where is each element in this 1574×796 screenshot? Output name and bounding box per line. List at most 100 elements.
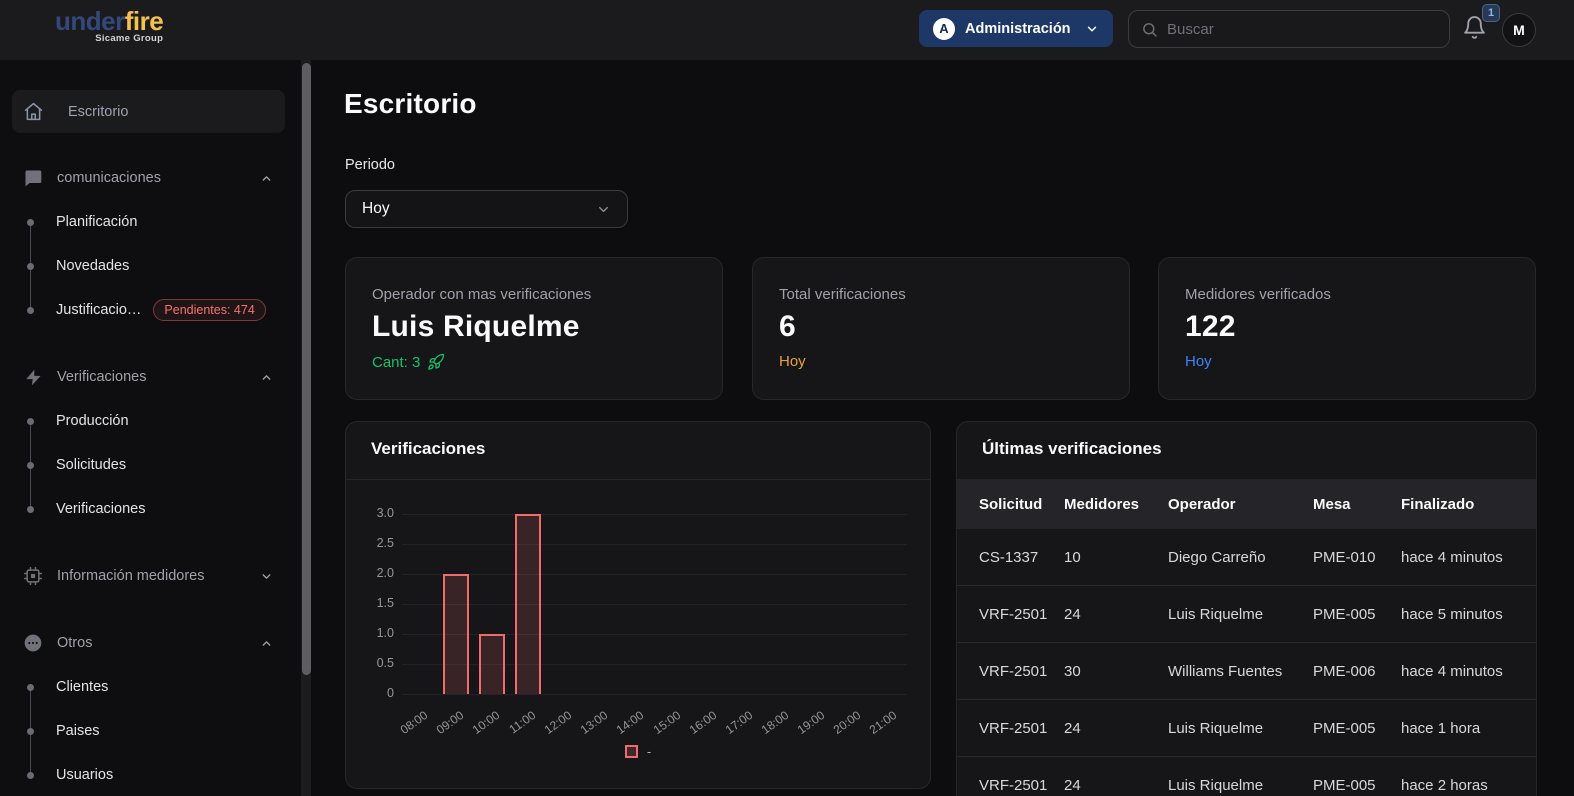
main-content: Escritorio Periodo Hoy Operador con mas …	[311, 60, 1574, 796]
table-row: VRF-250130Williams FuentesPME-006hace 4 …	[957, 643, 1536, 700]
stat-footer-text: Hoy	[779, 353, 1103, 370]
table-cell: Luis Riquelme	[1168, 606, 1313, 623]
table-cell: hace 2 horas	[1401, 777, 1536, 794]
sidebar-item-solicitudes[interactable]: Solicitudes	[0, 443, 301, 487]
stat-footer: Cant: 3	[372, 353, 696, 371]
sidebar-item-label: Escritorio	[68, 104, 128, 120]
sidebar-sublist-verificaciones: Producción Solicitudes Verificaciones	[0, 399, 301, 531]
brand-name-secondary: fire	[125, 6, 163, 36]
stat-card-total-verificaciones: Total verificaciones 6 Hoy	[752, 257, 1130, 400]
sidebar-item-justificaciones[interactable]: Justificacio… Pendientes: 474	[0, 288, 301, 332]
sidebar-group-informacion-medidores[interactable]: Información medidores	[0, 554, 301, 598]
sidebar-item-escritorio[interactable]: Escritorio	[12, 90, 285, 133]
bullet-icon	[27, 219, 34, 226]
sidebar-scrollbar-thumb[interactable]	[302, 63, 311, 675]
table-title: Últimas verificaciones	[982, 439, 1162, 459]
search-input[interactable]	[1167, 21, 1407, 38]
stat-label: Operador con mas verificaciones	[372, 286, 696, 303]
table-row: VRF-250124Luis RiquelmePME-005hace 2 hor…	[957, 757, 1536, 796]
sidebar-group-label: Otros	[57, 635, 92, 651]
notifications-button[interactable]: 1	[1462, 15, 1492, 45]
bar	[515, 514, 541, 694]
sidebar-item-label: Producción	[56, 413, 129, 429]
period-label: Periodo	[345, 157, 395, 173]
sidebar-item-label: Verificaciones	[56, 501, 145, 517]
table-cell: PME-005	[1313, 777, 1401, 794]
pending-count-badge: Pendientes: 474	[153, 299, 265, 321]
stat-footer-text: Hoy	[1185, 353, 1509, 370]
table-cell: CS-1337	[979, 549, 1064, 566]
sidebar-item-usuarios[interactable]: Usuarios	[0, 753, 301, 796]
sidebar-group-comunicaciones[interactable]: comunicaciones	[0, 156, 301, 200]
sidebar-item-paises[interactable]: Paises	[0, 709, 301, 753]
bullet-icon	[27, 418, 34, 425]
table-cell: VRF-2501	[979, 663, 1064, 680]
y-tick-label: 1.5	[354, 596, 394, 610]
bullet-icon	[27, 263, 34, 270]
sidebar-item-clientes[interactable]: Clientes	[0, 665, 301, 709]
chevron-down-icon	[1085, 22, 1099, 36]
table-column-header: Operador	[1168, 496, 1313, 513]
chevron-up-icon	[260, 637, 273, 650]
table-cell: VRF-2501	[979, 777, 1064, 794]
table-row: CS-133710Diego CarreñoPME-010hace 4 minu…	[957, 529, 1536, 586]
stat-card-operador: Operador con mas verificaciones Luis Riq…	[345, 257, 723, 400]
sidebar-item-verificaciones[interactable]: Verificaciones	[0, 487, 301, 531]
y-tick-label: 1.0	[354, 626, 394, 640]
sidebar-item-label: Justificacio…	[56, 302, 141, 318]
table-cell: VRF-2501	[979, 720, 1064, 737]
last-verifications-card: Últimas verificaciones SolicitudMedidore…	[956, 421, 1537, 796]
table-cell: PME-006	[1313, 663, 1401, 680]
table-cell: Luis Riquelme	[1168, 777, 1313, 794]
table-header: SolicitudMedidoresOperadorMesaFinalizado	[957, 479, 1536, 529]
workspace-switcher-button[interactable]: A Administración	[919, 10, 1113, 47]
stat-value: Luis Riquelme	[372, 310, 696, 344]
sidebar: Escritorio comunicaciones Planificación …	[0, 60, 301, 796]
bar	[443, 574, 469, 694]
table-cell: Diego Carreño	[1168, 549, 1313, 566]
chevron-down-icon	[260, 570, 273, 583]
workspace-label: Administración	[965, 21, 1071, 37]
gridline	[402, 514, 907, 515]
gridline	[402, 604, 907, 605]
gridline	[402, 634, 907, 635]
table-cell: hace 1 hora	[1401, 720, 1536, 737]
table-row: VRF-250124Luis RiquelmePME-005hace 5 min…	[957, 586, 1536, 643]
table-column-header: Solicitud	[979, 496, 1064, 513]
table-row: VRF-250124Luis RiquelmePME-005hace 1 hor…	[957, 700, 1536, 757]
sidebar-item-produccion[interactable]: Producción	[0, 399, 301, 443]
table-cell: hace 4 minutos	[1401, 549, 1536, 566]
user-avatar[interactable]: M	[1502, 13, 1536, 47]
sidebar-item-planificacion[interactable]: Planificación	[0, 200, 301, 244]
y-tick-label: 0	[354, 686, 394, 700]
sidebar-group-verificaciones[interactable]: Verificaciones	[0, 355, 301, 399]
sidebar-group-label: Información medidores	[57, 568, 205, 584]
table-cell: hace 4 minutos	[1401, 663, 1536, 680]
chip-icon	[22, 566, 44, 586]
table-cell: PME-005	[1313, 720, 1401, 737]
message-icon	[22, 168, 44, 188]
stat-label: Medidores verificados	[1185, 286, 1509, 303]
stat-value: 122	[1185, 310, 1509, 344]
chevron-up-icon	[260, 371, 273, 384]
sidebar-group-label: comunicaciones	[57, 170, 161, 186]
chart-legend[interactable]: -	[346, 744, 930, 759]
workspace-avatar: A	[933, 18, 955, 40]
gridline	[402, 694, 907, 695]
table-cell: 10	[1064, 549, 1168, 566]
rocket-icon	[427, 353, 445, 371]
sidebar-group-otros[interactable]: Otros	[0, 621, 301, 665]
period-select[interactable]: Hoy	[345, 190, 628, 228]
brand-name-primary: under	[55, 6, 125, 36]
bullet-icon	[27, 506, 34, 513]
chart-title: Verificaciones	[371, 439, 485, 459]
sidebar-group-label: Verificaciones	[57, 369, 146, 385]
search-icon	[1141, 21, 1158, 38]
divider	[346, 479, 930, 480]
bolt-icon	[22, 368, 44, 387]
period-select-value: Hoy	[362, 200, 390, 218]
stat-card-medidores-verificados: Medidores verificados 122 Hoy	[1158, 257, 1536, 400]
stat-label: Total verificaciones	[779, 286, 1103, 303]
bullet-icon	[27, 728, 34, 735]
sidebar-item-novedades[interactable]: Novedades	[0, 244, 301, 288]
